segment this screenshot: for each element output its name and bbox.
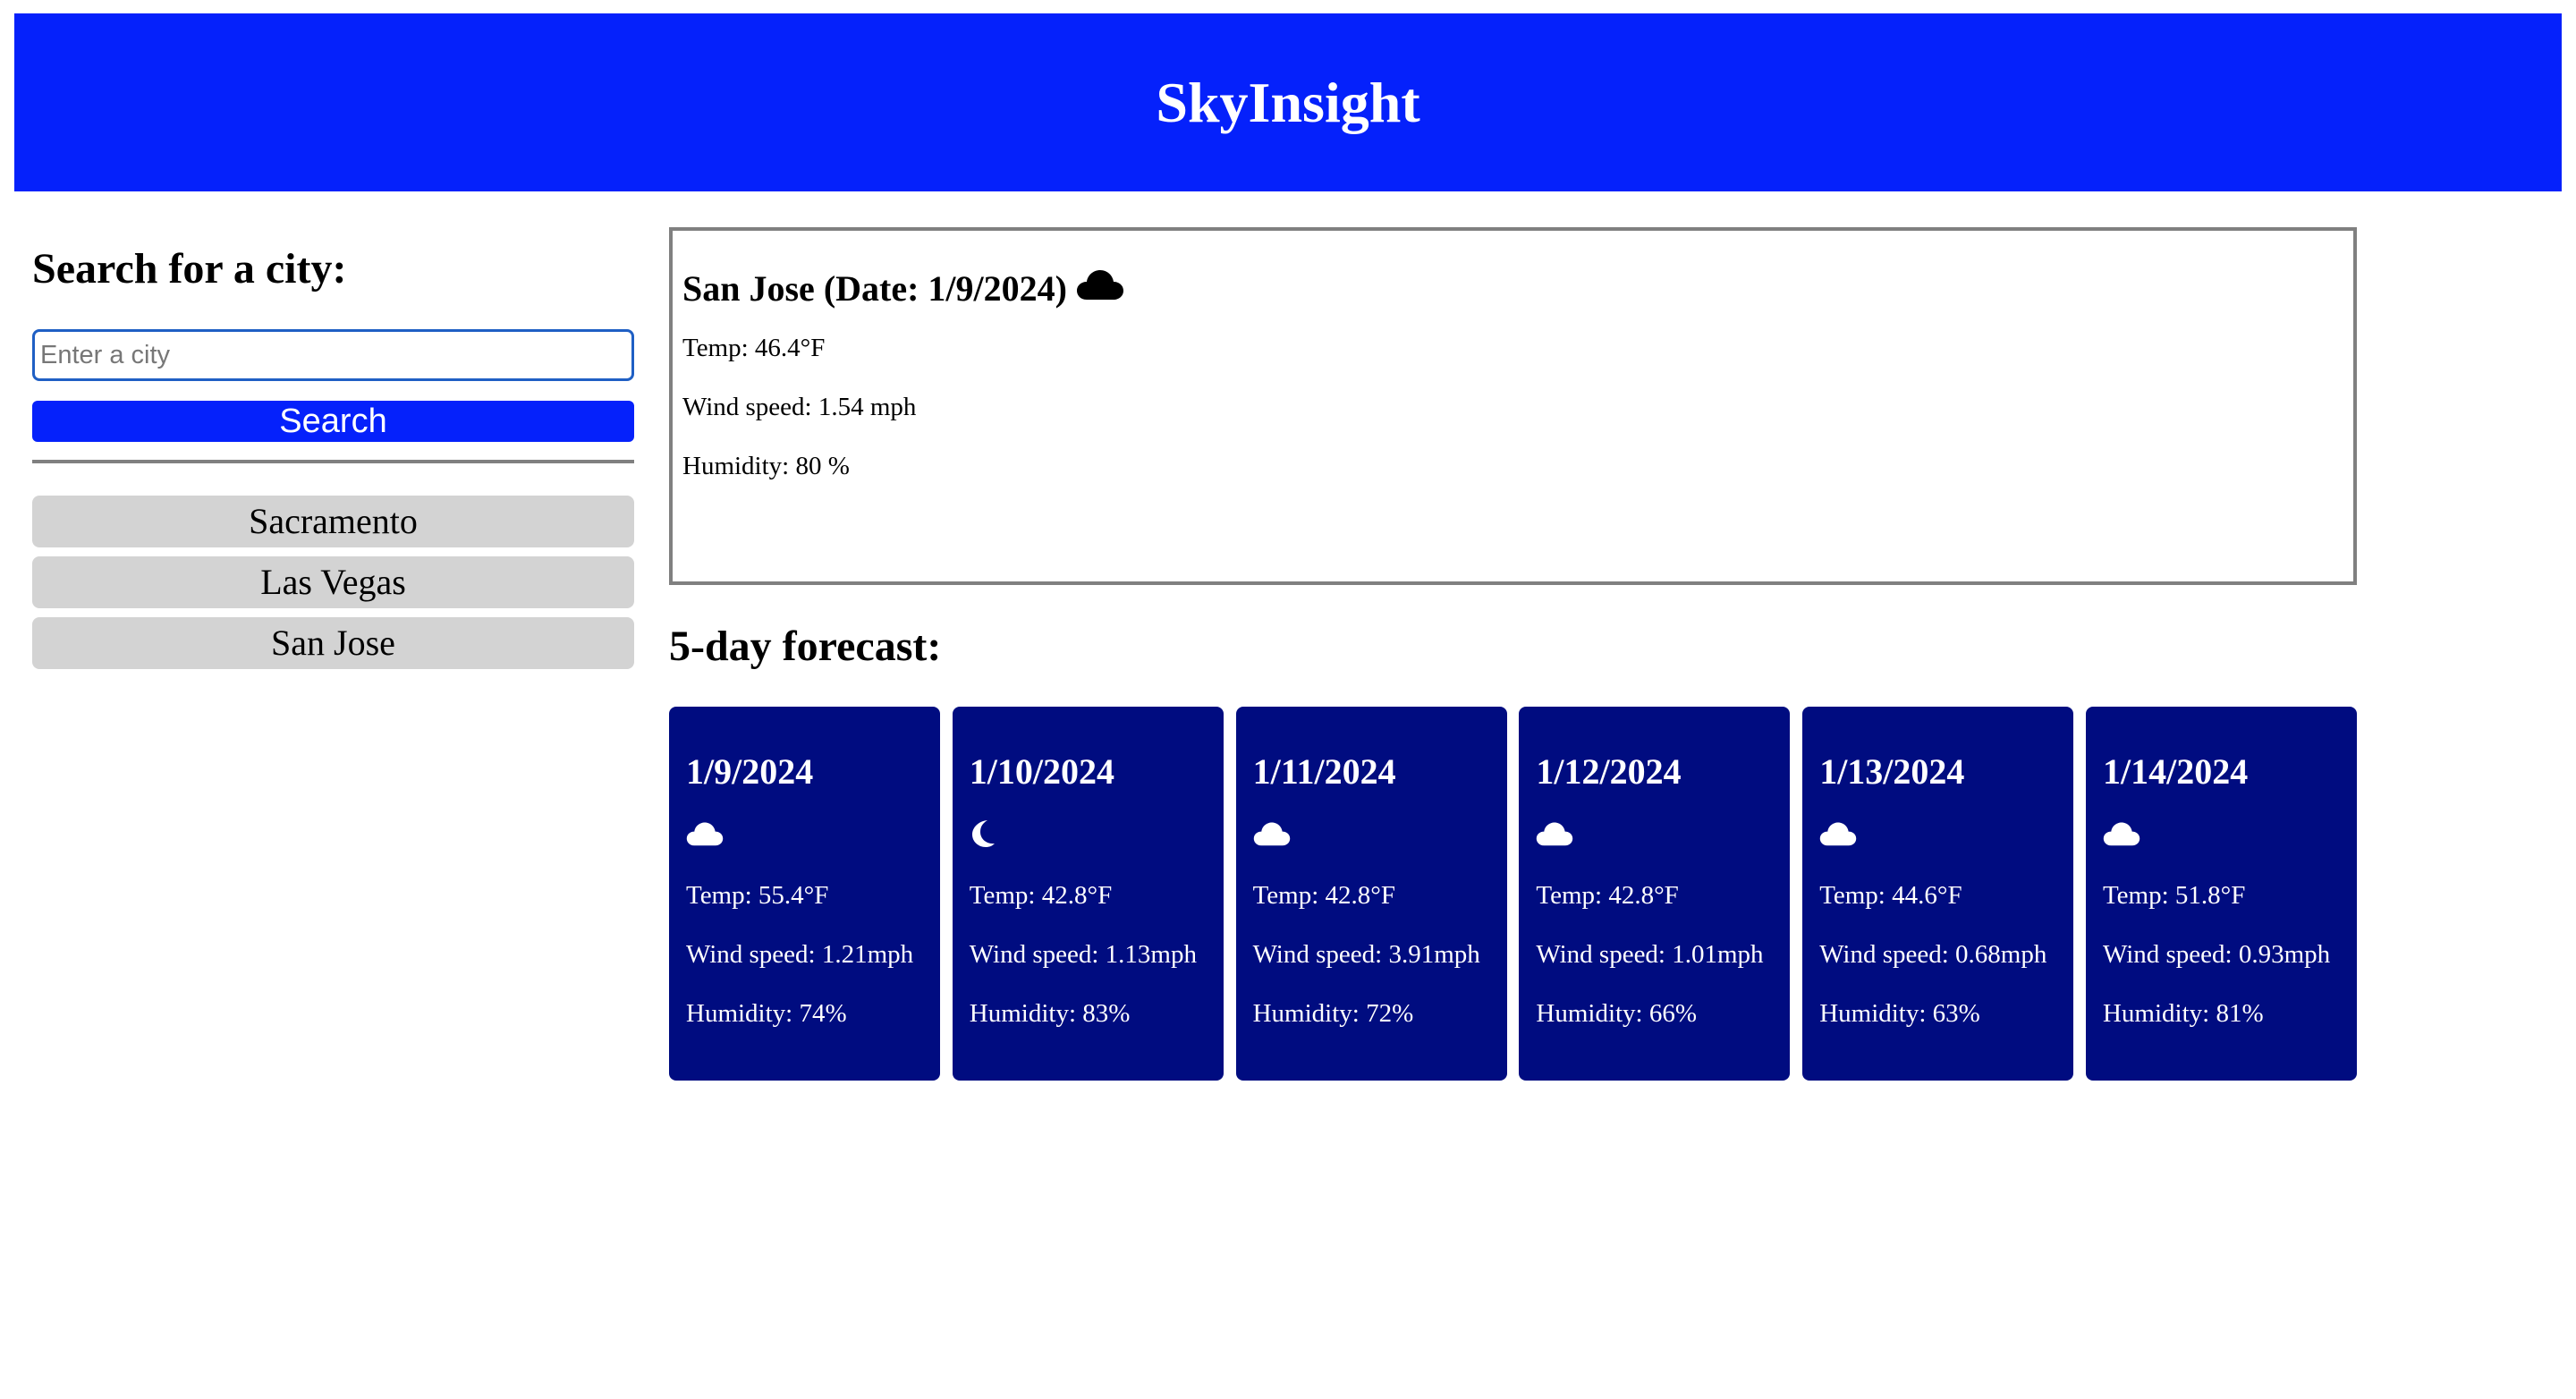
forecast-wind: Wind speed: 0.93mph xyxy=(2102,940,2331,969)
forecast-heading: 5-day forecast: xyxy=(669,623,942,670)
cloud-icon xyxy=(2103,816,2357,852)
cloud-icon xyxy=(1076,268,1124,309)
forecast-temp: Temp: 51.8°F xyxy=(2102,881,2246,910)
city-search-input[interactable] xyxy=(32,329,634,381)
forecast-cards: 1/9/2024 Temp: 55.4°F Wind speed: 1.21mph H… xyxy=(669,707,2357,1081)
app-header: SkyInsight xyxy=(14,13,2562,191)
search-button[interactable]: Search xyxy=(32,401,634,442)
forecast-card: 1/11/2024 Temp: 42.8°F Wind speed: 3.91mph… xyxy=(1235,707,1507,1081)
current-city-title: San Jose (Date: 1/9/2024) xyxy=(682,268,1067,309)
current-humidity: Humidity: 80 % xyxy=(682,452,850,480)
forecast-humidity: Humidity: 81% xyxy=(2102,999,2264,1028)
moon-icon xyxy=(970,816,1224,852)
forecast-humidity: Humidity: 72% xyxy=(1252,999,1414,1028)
forecast-card: 1/14/2024 Temp: 51.8°F Wind speed: 0.93mph… xyxy=(2085,707,2357,1081)
forecast-humidity: Humidity: 83% xyxy=(969,999,1131,1028)
forecast-card: 1/13/2024 Temp: 44.6°F Wind speed: 0.68mph… xyxy=(1802,707,2074,1081)
forecast-date: 1/9/2024 xyxy=(686,751,814,792)
forecast-wind: Wind speed: 1.13mph xyxy=(969,940,1197,969)
history-item-san-jose[interactable]: San Jose xyxy=(32,617,634,669)
current-wind: Wind speed: 1.54 mph xyxy=(682,393,917,421)
forecast-temp: Temp: 42.8°F xyxy=(969,881,1113,910)
forecast-temp: Temp: 55.4°F xyxy=(686,881,829,910)
forecast-temp: Temp: 42.8°F xyxy=(1252,881,1395,910)
cloud-icon xyxy=(686,816,940,852)
forecast-date: 1/13/2024 xyxy=(1819,751,1965,792)
forecast-card: 1/9/2024 Temp: 55.4°F Wind speed: 1.21mph H… xyxy=(669,707,940,1081)
search-heading: Search for a city: xyxy=(32,245,347,293)
forecast-humidity: Humidity: 74% xyxy=(686,999,847,1028)
history-item-las-vegas[interactable]: Las Vegas xyxy=(32,556,634,608)
forecast-wind: Wind speed: 1.01mph xyxy=(1536,940,1764,969)
cloud-icon xyxy=(1536,816,1790,852)
current-weather-heading: San Jose (Date: 1/9/2024) xyxy=(682,268,2353,309)
app-title: SkyInsight xyxy=(1156,70,1420,134)
forecast-wind: Wind speed: 0.68mph xyxy=(1819,940,2047,969)
current-weather-panel: San Jose (Date: 1/9/2024) Temp: 46.4°F W… xyxy=(669,227,2357,585)
sidebar-divider xyxy=(32,460,634,463)
sidebar: Search for a city: Search Sacramento Las… xyxy=(32,229,634,678)
forecast-date: 1/11/2024 xyxy=(1252,751,1396,792)
forecast-temp: Temp: 42.8°F xyxy=(1536,881,1679,910)
cloud-icon xyxy=(1819,816,2073,852)
search-history: Sacramento Las Vegas San Jose xyxy=(32,496,634,669)
forecast-date: 1/14/2024 xyxy=(2102,751,2249,792)
current-temp: Temp: 46.4°F xyxy=(682,334,826,362)
cloud-icon xyxy=(1253,816,1507,852)
forecast-temp: Temp: 44.6°F xyxy=(1819,881,1962,910)
forecast-wind: Wind speed: 1.21mph xyxy=(686,940,914,969)
forecast-humidity: Humidity: 63% xyxy=(1819,999,1980,1028)
forecast-date: 1/10/2024 xyxy=(969,751,1115,792)
forecast-humidity: Humidity: 66% xyxy=(1536,999,1698,1028)
forecast-card: 1/10/2024 Temp: 42.8°F Wind speed: 1.13mph… xyxy=(952,707,1224,1081)
forecast-date: 1/12/2024 xyxy=(1536,751,1682,792)
history-item-sacramento[interactable]: Sacramento xyxy=(32,496,634,547)
forecast-wind: Wind speed: 3.91mph xyxy=(1252,940,1480,969)
forecast-card: 1/12/2024 Temp: 42.8°F Wind speed: 1.01mph… xyxy=(1519,707,1791,1081)
